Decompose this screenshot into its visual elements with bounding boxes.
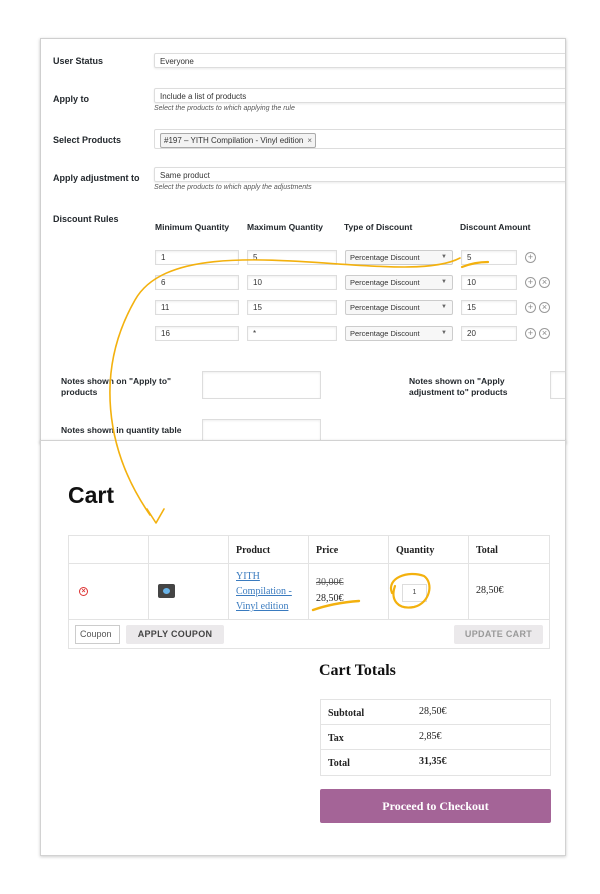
user-status-label: User Status bbox=[53, 56, 104, 66]
update-cart-button[interactable]: UPDATE CART bbox=[454, 625, 543, 644]
old-price: 30,00€ bbox=[316, 577, 344, 588]
discount-type-select[interactable]: Percentage Discount ▼ bbox=[345, 275, 453, 290]
apply-adjustment-select[interactable]: Same product bbox=[154, 167, 565, 182]
max-quantity-input[interactable]: 5 bbox=[247, 250, 337, 265]
total-column-header: Total bbox=[476, 545, 498, 556]
tag-remove-icon[interactable]: × bbox=[307, 136, 312, 145]
add-rule-icon[interactable]: + bbox=[525, 328, 536, 339]
min-quantity-header: Minimum Quantity bbox=[155, 222, 230, 232]
column-divider bbox=[308, 536, 309, 620]
discount-type-value: Percentage Discount bbox=[350, 303, 420, 312]
line-total: 28,50€ bbox=[476, 585, 504, 596]
discount-amount-input[interactable]: 5 bbox=[461, 250, 517, 265]
select-products-label: Select Products bbox=[53, 135, 122, 145]
row-divider bbox=[69, 563, 549, 564]
discount-type-value: Percentage Discount bbox=[350, 278, 420, 287]
apply-adjustment-hint: Select the products to which apply the a… bbox=[154, 184, 312, 191]
min-quantity-input[interactable]: 16 bbox=[155, 326, 239, 341]
discount-amount-header: Discount Amount bbox=[460, 222, 531, 232]
discount-type-select[interactable]: Percentage Discount ▼ bbox=[345, 300, 453, 315]
cart-page-panel: Cart Product Price Quantity Total × YITH… bbox=[40, 440, 566, 856]
proceed-to-checkout-button[interactable]: Proceed to Checkout bbox=[320, 789, 551, 823]
remove-rule-icon[interactable]: × bbox=[539, 277, 550, 288]
discount-rules-label: Discount Rules bbox=[53, 214, 119, 224]
row-divider bbox=[321, 749, 550, 750]
notes-adjustment-textarea[interactable] bbox=[550, 371, 565, 399]
subtotal-label: Subtotal bbox=[328, 708, 365, 719]
notes-apply-to-textarea[interactable] bbox=[202, 371, 321, 399]
row-divider bbox=[321, 724, 550, 725]
cart-totals-title: Cart Totals bbox=[319, 662, 396, 679]
add-rule-icon[interactable]: + bbox=[525, 277, 536, 288]
discounted-price: 28,50€ bbox=[316, 593, 344, 604]
discount-type-value: Percentage Discount bbox=[350, 253, 420, 262]
cart-table: Product Price Quantity Total × YITH Comp… bbox=[68, 535, 550, 649]
discount-type-select[interactable]: Percentage Discount ▼ bbox=[345, 326, 453, 341]
apply-adjustment-label: Apply adjustment to bbox=[53, 173, 140, 183]
quantity-column-header: Quantity bbox=[396, 545, 435, 556]
product-tag-label: #197 – YITH Compilation - Vinyl edition bbox=[164, 136, 304, 145]
notes-apply-to-label: Notes shown on "Apply to" products bbox=[61, 376, 172, 397]
subtotal-value: 28,50€ bbox=[419, 706, 447, 717]
max-quantity-header: Maximum Quantity bbox=[247, 222, 324, 232]
min-quantity-input[interactable]: 11 bbox=[155, 300, 239, 315]
user-status-select[interactable]: Everyone bbox=[154, 53, 565, 68]
max-quantity-input[interactable]: 10 bbox=[247, 275, 337, 290]
discount-amount-input[interactable]: 15 bbox=[461, 300, 517, 315]
apply-coupon-button[interactable]: APPLY COUPON bbox=[126, 625, 224, 644]
apply-to-label: Apply to bbox=[53, 94, 89, 104]
product-column-header: Product bbox=[236, 545, 271, 556]
discount-type-select[interactable]: Percentage Discount ▼ bbox=[345, 250, 453, 265]
product-tag: #197 – YITH Compilation - Vinyl edition × bbox=[160, 133, 317, 148]
apply-to-select[interactable]: Include a list of products bbox=[154, 88, 565, 103]
discount-amount-input[interactable]: 20 bbox=[461, 326, 517, 341]
remove-rule-icon[interactable]: × bbox=[539, 302, 550, 313]
apply-to-hint: Select the products to which applying th… bbox=[154, 105, 295, 112]
column-divider bbox=[388, 536, 389, 620]
tax-label: Tax bbox=[328, 733, 344, 744]
notes-adjustment-label: Notes shown on "Apply adjustment to" pro… bbox=[409, 376, 508, 397]
total-label: Total bbox=[328, 758, 350, 769]
price-column-header: Price bbox=[316, 545, 339, 556]
column-divider bbox=[148, 536, 149, 620]
discount-type-header: Type of Discount bbox=[344, 222, 413, 232]
coupon-input[interactable]: Coupon bbox=[75, 625, 120, 644]
discount-amount-input[interactable]: 10 bbox=[461, 275, 517, 290]
chevron-down-icon: ▼ bbox=[441, 254, 447, 260]
add-rule-icon[interactable]: + bbox=[525, 252, 536, 263]
remove-rule-icon[interactable]: × bbox=[539, 328, 550, 339]
min-quantity-input[interactable]: 6 bbox=[155, 275, 239, 290]
max-quantity-input[interactable]: * bbox=[247, 326, 337, 341]
total-value: 31,35€ bbox=[419, 756, 447, 767]
chevron-down-icon: ▼ bbox=[441, 304, 447, 310]
discount-type-value: Percentage Discount bbox=[350, 329, 420, 338]
remove-item-icon[interactable]: × bbox=[79, 587, 88, 596]
max-quantity-input[interactable]: 15 bbox=[247, 300, 337, 315]
chevron-down-icon: ▼ bbox=[441, 279, 447, 285]
add-rule-icon[interactable]: + bbox=[525, 302, 536, 313]
notes-quantity-label: Notes shown in quantity table bbox=[61, 425, 182, 435]
column-divider bbox=[228, 536, 229, 620]
row-divider bbox=[69, 619, 549, 620]
discount-rule-settings-panel: User Status Everyone Apply to Include a … bbox=[40, 38, 566, 443]
tax-value: 2,85€ bbox=[419, 731, 442, 742]
chevron-down-icon: ▼ bbox=[441, 330, 447, 336]
product-thumbnail[interactable] bbox=[158, 584, 175, 598]
cart-totals-table: Subtotal 28,50€ Tax 2,85€ Total 31,35€ bbox=[320, 699, 551, 776]
product-link[interactable]: YITH Compilation - Vinyl edition bbox=[236, 569, 306, 614]
column-divider bbox=[468, 536, 469, 620]
quantity-input[interactable]: 1 bbox=[402, 584, 427, 602]
product-tag-input[interactable]: #197 – YITH Compilation - Vinyl edition × bbox=[154, 129, 565, 149]
cart-title: Cart bbox=[68, 482, 115, 508]
min-quantity-input[interactable]: 1 bbox=[155, 250, 239, 265]
